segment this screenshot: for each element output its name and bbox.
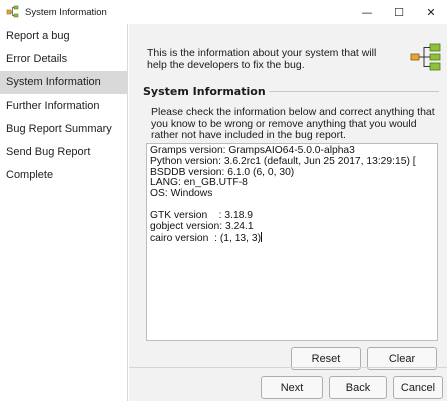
system-info-text[interactable]: Gramps version: GrampsAIO64-5.0.0-alpha3… (147, 144, 437, 247)
sidebar-item-label: System Information (6, 76, 101, 89)
sidebar-item-report-a-bug[interactable]: Report a bug (0, 24, 127, 47)
sidebar-item-label: Complete (6, 169, 54, 182)
next-button[interactable]: Next (261, 376, 323, 399)
sidebar-item-label: Report a bug (6, 29, 70, 42)
family-tree-icon (410, 43, 441, 71)
gramps-app-icon (6, 5, 19, 18)
instructions-text: Please check the information below and c… (151, 106, 435, 141)
sidebar-item-label: Error Details (6, 52, 68, 65)
system-info-line: gobject version: 3.24.1 (150, 220, 254, 232)
sidebar-item-label: Further Information (6, 99, 100, 112)
page-content: This is the information about your syste… (129, 24, 447, 401)
system-info-line: cairo version : (1, 13, 3) (150, 232, 263, 245)
back-button[interactable]: Back (329, 376, 387, 399)
cancel-button[interactable]: Cancel (393, 376, 443, 399)
sidebar-item-bug-report-summary[interactable]: Bug Report Summary (0, 117, 127, 140)
system-info-line: OS: Windows (150, 188, 213, 200)
title-bar: System Information — ☐ ✕ (0, 0, 447, 24)
footer-divider (129, 367, 447, 368)
sidebar-item-system-information[interactable]: System Information (0, 70, 127, 94)
system-info-line: Python version: 3.6.2rc1 (default, Jun 2… (150, 155, 416, 167)
sidebar-item-error-details[interactable]: Error Details (0, 47, 127, 70)
intro-text: This is the information about your syste… (147, 47, 377, 71)
sidebar-item-further-information[interactable]: Further Information (0, 94, 127, 117)
window-controls: — ☐ ✕ (351, 0, 447, 24)
close-button[interactable]: ✕ (415, 0, 447, 24)
maximize-button[interactable]: ☐ (383, 0, 415, 24)
text-caret (261, 232, 263, 243)
system-info-textarea[interactable]: Gramps version: GrampsAIO64-5.0.0-alpha3… (146, 143, 438, 341)
assistant-step-sidebar: Report a bug Error Details System Inform… (0, 24, 128, 401)
sidebar-item-complete[interactable]: Complete (0, 164, 127, 187)
minimize-button[interactable]: — (351, 0, 383, 24)
sidebar-item-send-bug-report[interactable]: Send Bug Report (0, 140, 127, 163)
window-title: System Information (25, 6, 107, 18)
section-title: System Information (143, 85, 269, 98)
system-info-line: GTK version : 3.18.9 (150, 209, 254, 221)
sidebar-item-label: Bug Report Summary (6, 122, 112, 135)
sidebar-item-label: Send Bug Report (6, 146, 91, 159)
